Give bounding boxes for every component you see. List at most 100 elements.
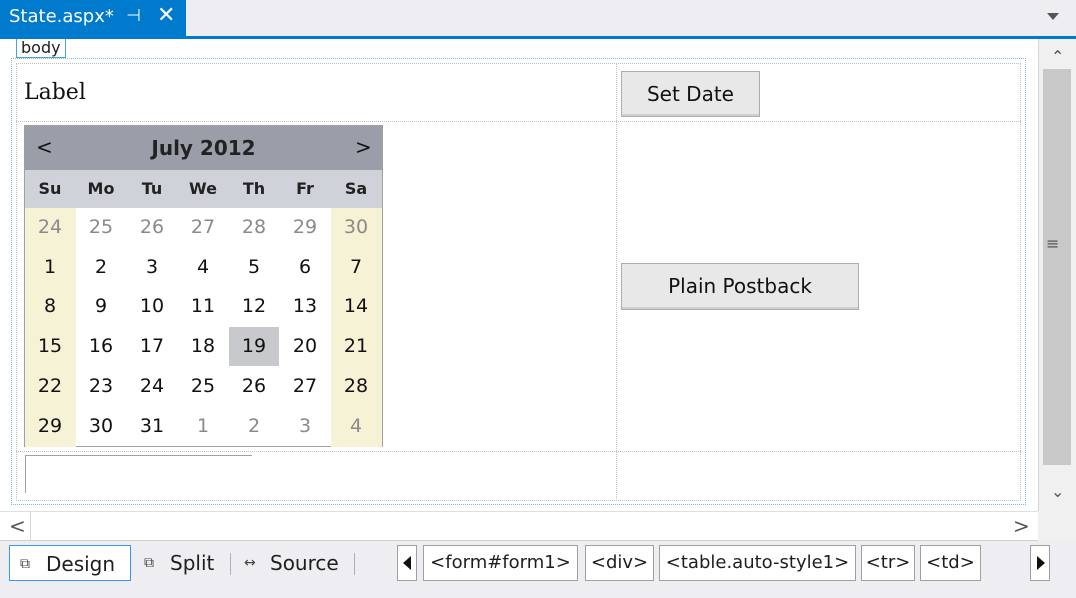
calendar-day-header: Fr — [296, 179, 314, 198]
design-view-button[interactable]: ⧉ Design — [9, 545, 131, 581]
calendar-day[interactable]: 30 — [331, 208, 381, 247]
calendar-day[interactable]: 25 — [178, 367, 228, 406]
calendar-day[interactable]: 11 — [178, 287, 228, 326]
calendar-day[interactable]: 14 — [331, 287, 381, 326]
calendar-day[interactable]: 28 — [229, 208, 279, 247]
calendar-day[interactable]: 10 — [127, 287, 177, 326]
breadcrumb-form[interactable]: <form#form1> — [423, 545, 578, 581]
calendar-day[interactable]: 20 — [280, 327, 330, 366]
calendar-day[interactable]: 16 — [76, 327, 126, 366]
plain-postback-button[interactable]: Plain Postback — [621, 263, 859, 310]
breadcrumb-back-button[interactable] — [397, 545, 417, 581]
calendar-day[interactable]: 5 — [229, 248, 279, 287]
scrollbar-corner — [1038, 511, 1076, 541]
calendar-day[interactable]: 9 — [76, 287, 126, 326]
horizontal-scrollbar[interactable]: < > — [0, 511, 1038, 541]
calendar-day[interactable]: 24 — [25, 208, 75, 247]
calendar-next-month[interactable]: > — [355, 135, 372, 159]
document-tab-title: State.aspx* — [9, 6, 114, 27]
breadcrumb-td[interactable]: <td> — [920, 545, 981, 581]
text-box-control[interactable] — [25, 455, 252, 493]
scrollbar-divider — [30, 512, 31, 541]
breadcrumb-table[interactable]: <table.auto-style1> — [659, 545, 856, 581]
scroll-right-icon[interactable]: > — [1013, 514, 1030, 538]
calendar-day[interactable]: 6 — [280, 248, 330, 287]
breadcrumb-left-arrow-icon — [403, 556, 411, 570]
calendar-day-selected[interactable]: 19 — [229, 327, 279, 367]
document-tab-strip: State.aspx* ⊣ ✕ — [0, 0, 1076, 39]
calendar-day[interactable]: 22 — [25, 367, 75, 406]
calendar-day[interactable]: 26 — [127, 208, 177, 247]
calendar-day[interactable]: 18 — [178, 327, 228, 366]
calendar-day[interactable]: 7 — [331, 248, 381, 287]
calendar-day-header: Tu — [141, 179, 163, 198]
table-row-divider — [16, 451, 1021, 452]
source-view-button[interactable]: ↔ Source — [234, 545, 350, 581]
view-separator — [354, 553, 355, 575]
source-view-icon: ↔ — [244, 555, 256, 571]
split-view-icon: ⧉ — [144, 555, 154, 571]
calendar-day[interactable]: 21 — [331, 327, 381, 366]
calendar-day-header: Su — [38, 179, 62, 198]
view-mode-bar: ⧉ Design ⧉ Split ↔ Source <form#form1> <… — [0, 541, 1076, 598]
calendar-day[interactable]: 27 — [280, 367, 330, 406]
calendar-day[interactable]: 3 — [127, 248, 177, 287]
calendar-day[interactable]: 23 — [76, 367, 126, 406]
calendar-day-header: We — [189, 179, 217, 198]
breadcrumb-forward-button[interactable] — [1030, 545, 1050, 581]
calendar-day[interactable]: 30 — [76, 407, 126, 446]
calendar-day[interactable]: 29 — [25, 407, 75, 446]
calendar-day[interactable]: 1 — [178, 407, 228, 446]
calendar-day[interactable]: 8 — [25, 287, 75, 326]
design-view-label: Design — [46, 552, 116, 576]
calendar-day[interactable]: 2 — [76, 248, 126, 287]
tab-overflow-dropdown-icon[interactable] — [1047, 13, 1059, 20]
breadcrumb-div[interactable]: <div> — [585, 545, 654, 581]
pin-tab-icon[interactable]: ⊣ — [126, 6, 141, 26]
calendar-day[interactable]: 12 — [229, 287, 279, 326]
calendar-day[interactable]: 26 — [229, 367, 279, 406]
scrollbar-grip-icon: ≡ — [1046, 234, 1060, 253]
calendar-title-bar: < July 2012 > — [25, 126, 382, 170]
breadcrumb-right-arrow-icon — [1037, 556, 1045, 570]
scroll-up-icon[interactable]: ⌃ — [1051, 47, 1064, 66]
close-tab-icon[interactable]: ✕ — [157, 3, 175, 28]
scrollbar-thumb[interactable] — [1043, 69, 1071, 465]
body-tag-label[interactable]: body — [16, 39, 66, 58]
scroll-down-icon[interactable]: ⌄ — [1051, 482, 1064, 501]
calendar-day[interactable]: 28 — [331, 367, 381, 406]
design-view-icon: ⧉ — [20, 556, 30, 572]
table-column-divider — [616, 63, 617, 501]
split-view-button[interactable]: ⧉ Split — [134, 545, 226, 581]
calendar-day[interactable]: 27 — [178, 208, 228, 247]
table-row-divider — [16, 121, 1021, 122]
calendar-day[interactable]: 4 — [178, 248, 228, 287]
calendar-control[interactable]: < July 2012 > Su Mo Tu We Th Fr Sa 24 25 26 27 28 2… — [24, 125, 383, 447]
calendar-day[interactable]: 3 — [280, 407, 330, 446]
calendar-day[interactable]: 4 — [331, 407, 381, 446]
calendar-day[interactable]: 31 — [127, 407, 177, 446]
breadcrumb-tr[interactable]: <tr> — [861, 545, 915, 581]
label-control[interactable]: Label — [24, 80, 86, 105]
calendar-day[interactable]: 17 — [127, 327, 177, 366]
vertical-scrollbar[interactable]: ⌃ ≡ ⌄ — [1038, 39, 1076, 511]
calendar-day-header-row: Su Mo Tu We Th Fr Sa — [25, 170, 382, 208]
source-view-label: Source — [270, 551, 339, 575]
split-view-label: Split — [170, 551, 215, 575]
scroll-left-icon[interactable]: < — [9, 514, 26, 538]
calendar-day-header: Th — [242, 179, 266, 198]
calendar-day[interactable]: 29 — [280, 208, 330, 247]
document-tab-state-aspx[interactable]: State.aspx* ⊣ ✕ — [0, 0, 186, 36]
calendar-day-header: Sa — [344, 179, 368, 198]
calendar-day-header: Mo — [87, 179, 115, 198]
view-separator — [230, 553, 231, 575]
calendar-day[interactable]: 1 — [25, 248, 75, 287]
set-date-button[interactable]: Set Date — [621, 71, 760, 117]
calendar-month-title: July 2012 — [151, 136, 256, 160]
design-surface[interactable]: body Label Set Date Plain Postback < Jul… — [0, 39, 1038, 511]
calendar-day[interactable]: 13 — [280, 287, 330, 326]
calendar-day[interactable]: 24 — [127, 367, 177, 406]
calendar-day[interactable]: 2 — [229, 407, 279, 446]
calendar-day[interactable]: 25 — [76, 208, 126, 247]
calendar-day[interactable]: 15 — [25, 327, 75, 366]
